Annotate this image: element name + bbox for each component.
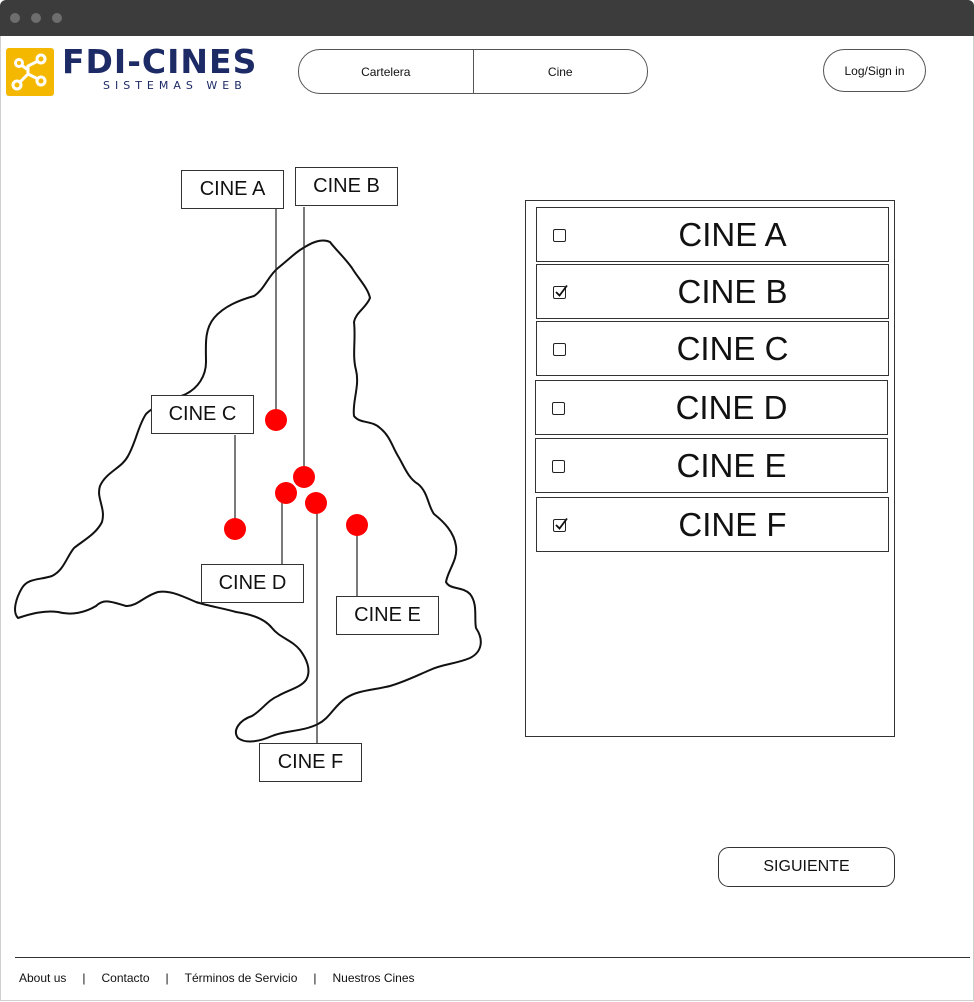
cine-option-d[interactable]: CINE D [535, 380, 888, 435]
footer-divider [15, 957, 970, 958]
brand-logo[interactable]: FDI-CINES SISTEMAS WEB [6, 42, 272, 98]
checkbox-checked[interactable] [553, 284, 568, 299]
footer: About us | Contacto | Términos de Servic… [19, 971, 415, 985]
checkbox-checked[interactable] [553, 517, 568, 532]
window-dot-icon [52, 13, 62, 23]
cine-option-label: CINE E [676, 446, 787, 484]
nav-tab-cartelera[interactable]: Cartelera [299, 50, 473, 93]
window-dot-icon [31, 13, 41, 23]
cine-option-label: CINE F [678, 505, 787, 543]
map-label-cine-c: CINE C [151, 395, 254, 434]
main-nav: Cartelera Cine [298, 49, 648, 94]
cine-option-label: CINE C [676, 329, 789, 367]
map-leaders [234, 207, 358, 744]
checkbox[interactable] [552, 460, 565, 473]
region-map: CINE A CINE B CINE C CINE D CINE E CINE … [0, 150, 500, 800]
map-marker-cine-a[interactable] [265, 409, 287, 431]
circuit-icon [6, 48, 54, 96]
map-marker-cine-c[interactable] [224, 518, 246, 540]
cine-option-label: CINE D [675, 388, 788, 426]
footer-link-nuestros-cines[interactable]: Nuestros Cines [333, 971, 415, 985]
map-label-cine-b: CINE B [295, 167, 398, 206]
next-button[interactable]: SIGUIENTE [718, 847, 895, 887]
footer-separator: | [165, 971, 169, 985]
cine-option-a[interactable]: CINE A [536, 207, 889, 262]
map-marker-cine-b[interactable] [293, 466, 315, 488]
footer-link-terminos[interactable]: Términos de Servicio [185, 971, 298, 985]
checkbox[interactable] [553, 229, 566, 242]
cine-option-f[interactable]: CINE F [536, 497, 889, 552]
window-titlebar [0, 0, 974, 36]
map-marker-cine-f[interactable] [305, 492, 327, 514]
map-label-cine-f: CINE F [259, 743, 362, 782]
map-label-cine-a: CINE A [181, 170, 284, 209]
footer-separator: | [313, 971, 317, 985]
checkmark-icon [555, 284, 568, 297]
checkbox[interactable] [552, 402, 565, 415]
cine-checklist: CINE A CINE B CINE C CINE D CINE E CINE … [525, 200, 895, 737]
footer-separator: | [82, 971, 86, 985]
nav-tab-cine[interactable]: Cine [472, 50, 648, 93]
brand-tagline: SISTEMAS WEB [103, 79, 247, 92]
login-signin-button[interactable]: Log/Sign in [823, 49, 926, 92]
cine-option-label: CINE B [677, 272, 788, 310]
footer-link-about[interactable]: About us [19, 971, 66, 985]
map-label-cine-d: CINE D [201, 564, 304, 603]
window-dot-icon [10, 13, 20, 23]
map-marker-cine-d[interactable] [275, 482, 297, 504]
cine-option-e[interactable]: CINE E [535, 438, 888, 493]
cine-option-label: CINE A [678, 215, 787, 253]
footer-link-contacto[interactable]: Contacto [102, 971, 150, 985]
map-label-cine-e: CINE E [336, 596, 439, 635]
map-marker-cine-e[interactable] [346, 514, 368, 536]
checkbox[interactable] [553, 343, 566, 356]
cine-option-b[interactable]: CINE B [536, 264, 889, 319]
cine-option-c[interactable]: CINE C [536, 321, 889, 376]
checkmark-icon [555, 517, 568, 530]
brand-name: FDI-CINES [62, 42, 258, 81]
